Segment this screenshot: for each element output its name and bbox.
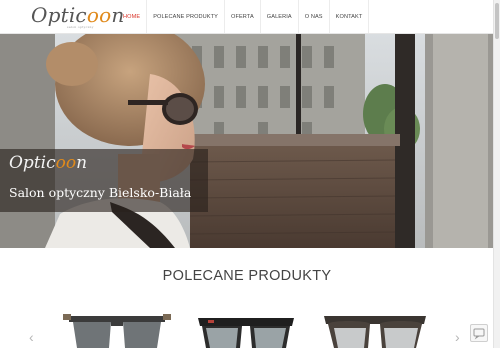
chat-widget-button[interactable] xyxy=(470,324,488,342)
nav-item-galeria[interactable]: GALERIA xyxy=(259,0,298,33)
nav-item-polecane-produkty[interactable]: POLECANE PRODUKTY xyxy=(146,0,224,33)
site-header: Opticoon salon optyczny HOME POLECANE PR… xyxy=(0,0,494,34)
site-logo[interactable]: Opticoon salon optyczny xyxy=(31,3,124,29)
hero-logo-text-end: n xyxy=(76,153,88,173)
hero-logo-text-main: Optic xyxy=(9,153,56,173)
nav-item-home[interactable]: HOME xyxy=(117,0,146,33)
logo-text-main: Optic xyxy=(31,3,87,27)
hero-photo xyxy=(0,34,494,248)
hero-caption-logo: Opticoon xyxy=(9,153,87,173)
nav-item-kontakt[interactable]: KONTAKT xyxy=(328,0,370,33)
chat-icon xyxy=(473,328,485,340)
logo-text-accent: oo xyxy=(86,3,112,27)
sunglasses-image-3 xyxy=(324,316,426,348)
hero-slider[interactable]: Opticoon Salon optyczny Bielsko-Biała xyxy=(0,34,494,248)
nav-item-oferta[interactable]: OFERTA xyxy=(224,0,260,33)
carousel-next-arrow[interactable]: › xyxy=(455,330,460,344)
hero-caption-text: Salon optyczny Bielsko-Biała xyxy=(9,185,192,200)
logo-subtitle: salon optyczny xyxy=(67,25,94,29)
hero-caption: Opticoon Salon optyczny Bielsko-Biała xyxy=(0,149,208,212)
carousel-prev-arrow[interactable]: ‹ xyxy=(29,330,34,344)
page-scrollbar[interactable] xyxy=(493,0,500,348)
product-card-2[interactable] xyxy=(192,310,300,348)
product-card-1[interactable] xyxy=(63,310,171,348)
nav-item-o-nas[interactable]: O NAS xyxy=(297,0,329,33)
main-nav: HOME POLECANE PRODUKTY OFERTA GALERIA O … xyxy=(117,0,370,33)
product-card-3[interactable] xyxy=(320,310,430,348)
hero-logo-text-accent: oo xyxy=(55,153,77,173)
sunglasses-image-1 xyxy=(63,314,171,348)
scrollbar-thumb[interactable] xyxy=(495,3,499,39)
section-title: POLECANE PRODUKTY xyxy=(162,268,332,284)
sunglasses-image-2 xyxy=(198,318,294,348)
